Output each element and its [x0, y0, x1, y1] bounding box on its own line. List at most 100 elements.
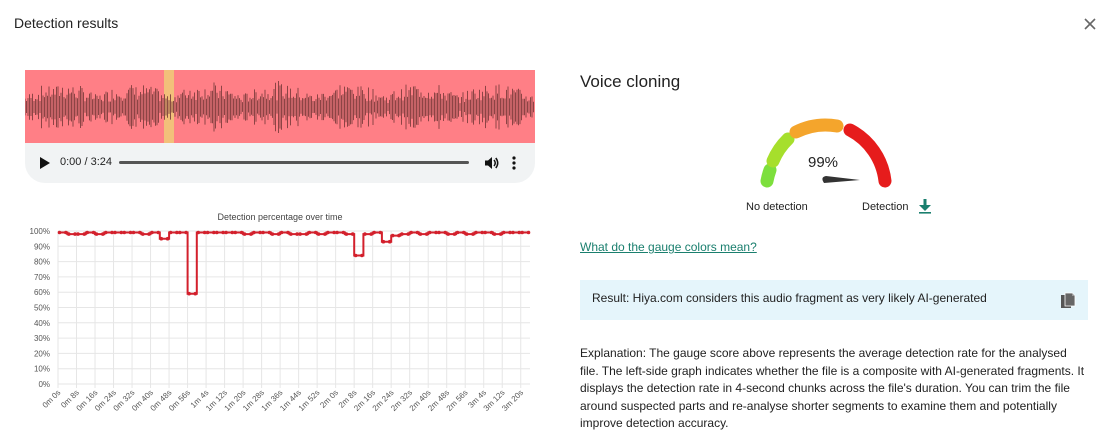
data-point	[501, 230, 506, 235]
data-point	[233, 230, 238, 235]
seek-bar[interactable]	[119, 161, 469, 164]
data-point	[270, 232, 275, 236]
data-point	[350, 232, 355, 236]
data-point	[94, 232, 99, 236]
data-point	[168, 230, 173, 235]
data-point	[205, 230, 210, 235]
copy-icon[interactable]	[1060, 292, 1076, 310]
y-tick-label: 10%	[34, 365, 50, 374]
y-tick-label: 20%	[34, 349, 50, 358]
data-point	[409, 230, 414, 235]
data-point	[187, 291, 191, 296]
data-point	[427, 230, 432, 235]
data-point	[165, 236, 170, 241]
y-tick-label: 30%	[34, 334, 50, 343]
data-point	[326, 230, 330, 235]
data-point	[224, 230, 228, 235]
data-point	[511, 230, 515, 235]
data-point	[353, 253, 358, 258]
data-point	[344, 232, 349, 236]
dialog-title: Detection results	[14, 15, 119, 31]
data-point	[279, 230, 284, 235]
chart-title: Detection percentage over time	[217, 212, 342, 222]
data-point	[526, 230, 531, 235]
label-no-detection: No detection	[746, 201, 808, 213]
volume-icon[interactable]	[484, 155, 500, 171]
data-point	[76, 232, 80, 236]
data-point	[104, 230, 108, 235]
data-point	[335, 230, 339, 235]
data-point	[156, 230, 161, 235]
gauge-percent: 99%	[808, 154, 839, 171]
data-point	[298, 232, 302, 236]
play-icon[interactable]	[39, 156, 51, 170]
result-text: Result: Hiya.com considers this audio fr…	[592, 291, 987, 305]
gauge-segment-yellow-green	[766, 132, 795, 168]
data-point	[390, 233, 395, 238]
time-display: 0:00 / 3:24	[60, 156, 112, 168]
detection-chart: Detection percentage over time 0% 10% 20% 3…	[10, 208, 540, 439]
data-point	[184, 230, 188, 235]
data-point	[215, 230, 219, 235]
gauge-needle	[822, 176, 860, 183]
data-point	[400, 232, 404, 236]
data-point	[446, 232, 451, 236]
data-point	[196, 230, 201, 235]
data-point	[474, 230, 478, 235]
data-point	[381, 239, 386, 244]
data-point	[492, 232, 497, 236]
explanation-text: Explanation: The gauge score above repre…	[580, 346, 1085, 430]
data-point	[316, 232, 321, 236]
data-point	[307, 230, 312, 235]
data-point	[242, 232, 247, 236]
y-tick-label: 60%	[34, 288, 50, 297]
data-point	[67, 232, 71, 236]
data-point	[418, 232, 423, 236]
data-point	[178, 230, 182, 235]
gauge-segment-orange	[789, 118, 844, 139]
data-point	[437, 230, 441, 235]
data-point	[141, 232, 145, 236]
more-vertical-icon[interactable]	[509, 155, 519, 171]
audio-player: 0:00 / 3:24	[25, 143, 535, 183]
y-tick-label: 90%	[34, 242, 50, 251]
gauge-segment-green	[760, 163, 777, 188]
data-point	[483, 230, 488, 235]
download-icon[interactable]	[918, 198, 932, 214]
waveform-graphic	[25, 70, 535, 144]
x-tick-label: 0m 0s	[41, 388, 63, 410]
data-point	[85, 230, 90, 235]
label-detection: Detection	[862, 201, 909, 213]
data-point	[150, 230, 154, 235]
data-point	[193, 291, 198, 296]
gauge-segment-red	[843, 123, 892, 188]
gauge-colors-link[interactable]: What do the gauge colors mean?	[580, 240, 757, 254]
data-point	[159, 236, 164, 241]
y-tick-label: 100%	[30, 227, 50, 236]
data-point	[363, 232, 367, 236]
audio-waveform[interactable]	[25, 70, 535, 144]
data-point	[289, 232, 293, 236]
y-tick-label: 40%	[34, 319, 50, 328]
y-tick-label: 50%	[34, 304, 50, 313]
series-line	[58, 231, 530, 295]
data-point	[372, 230, 377, 235]
x-tick-label: 2m 0s	[318, 388, 340, 410]
data-point	[261, 230, 265, 235]
close-icon[interactable]	[1080, 14, 1100, 34]
data-point	[387, 239, 392, 244]
y-tick-label: 70%	[34, 273, 50, 282]
data-point	[360, 253, 364, 258]
data-point	[131, 230, 136, 235]
data-point	[455, 230, 460, 235]
section-title: Voice cloning	[580, 72, 681, 91]
data-point	[520, 230, 524, 235]
data-point	[57, 230, 62, 235]
chart-svg: Detection percentage over time 0% 10% 20% 3…	[30, 212, 531, 413]
data-point	[378, 230, 383, 235]
data-point	[113, 230, 117, 235]
data-point	[252, 230, 256, 235]
data-point	[122, 230, 127, 235]
y-tick-label: 0%	[38, 380, 50, 389]
data-point	[464, 232, 469, 236]
